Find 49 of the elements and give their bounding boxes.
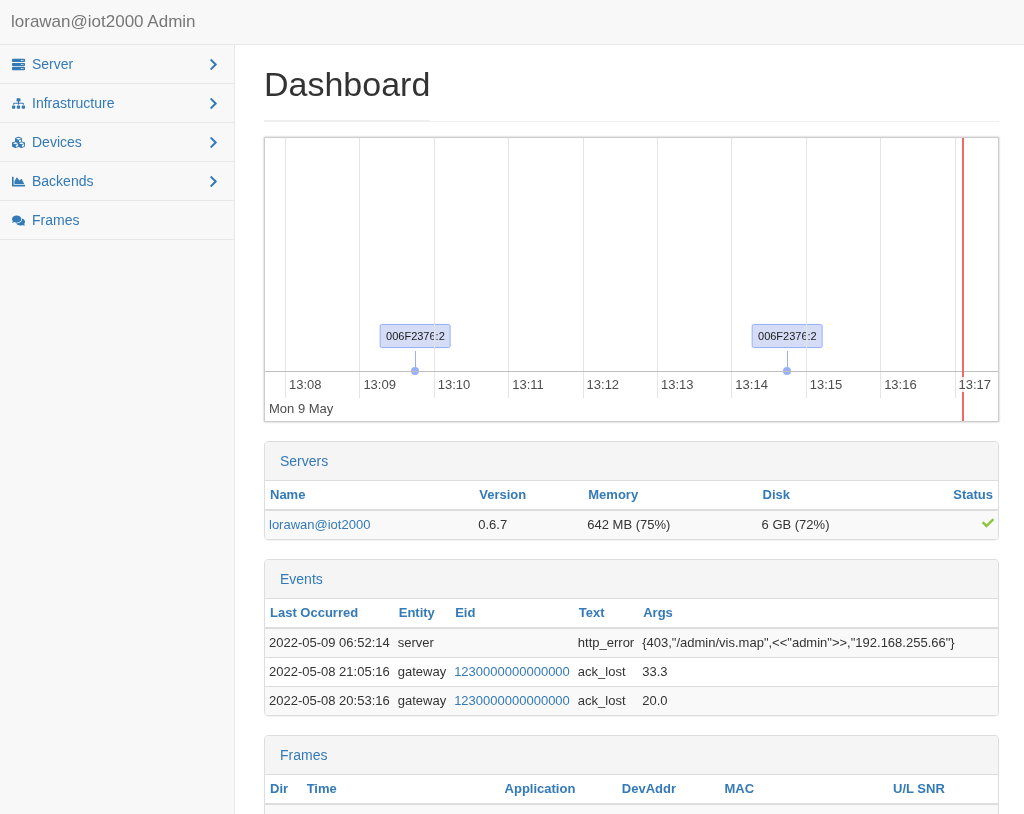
eid-link[interactable]: 1230000000000000 bbox=[454, 693, 570, 708]
table-cell: server bbox=[393, 628, 451, 658]
server-link[interactable]: lorawan@iot2000 bbox=[269, 517, 371, 532]
sidebar-item[interactable]: Server bbox=[0, 45, 234, 84]
timeline-dot bbox=[411, 367, 420, 375]
timeline[interactable]: 13:08 13:09 006F2376:2 13:10 13:11 13:12 13:13 13:14 006F2376:2 13:15 13:16 13:17 Mon 9 May bbox=[264, 137, 999, 422]
timeline-item[interactable]: 006F2376:2 bbox=[380, 324, 451, 348]
sidebar-item[interactable]: Frames bbox=[0, 201, 234, 240]
sidebar-label: Devices bbox=[32, 134, 83, 150]
time-tick-label: 13:15 bbox=[809, 377, 843, 392]
table-cell: 642 MB (75%) bbox=[583, 510, 758, 539]
table-cell: 20.0 bbox=[638, 686, 998, 715]
time-tick-label: 13:12 bbox=[586, 377, 620, 392]
table-cell: 2022-05-08 20:53:16 bbox=[265, 686, 394, 715]
table-cell: http_error bbox=[573, 628, 639, 658]
time-tick-label: 13:13 bbox=[660, 377, 694, 392]
time-tick-label: 13:14 bbox=[735, 377, 768, 392]
table-cell: 0.6.7 bbox=[474, 510, 584, 539]
table-cell: gateway bbox=[393, 657, 451, 687]
table-cell: gateway bbox=[393, 686, 451, 715]
table-cell: 33.3 bbox=[638, 657, 998, 687]
panel-title: Servers bbox=[280, 453, 329, 469]
time-tick-label: 13:17 bbox=[958, 377, 992, 392]
page-title: Dashboard bbox=[264, 65, 431, 121]
sidebar-label: Frames bbox=[32, 212, 81, 228]
timeline-dot bbox=[783, 367, 792, 375]
panel-title: Events bbox=[280, 571, 323, 587]
table-cell: ack_lost bbox=[573, 657, 639, 687]
time-tick-label: 13:11 bbox=[512, 377, 544, 392]
time-tick-label: 13:08 bbox=[289, 377, 322, 392]
sidebar-item[interactable]: Infrastructure bbox=[0, 84, 234, 123]
sidebar-label: Infrastructure bbox=[32, 95, 116, 111]
sidebar-label: Backends bbox=[32, 173, 95, 189]
table-cell: {403,"/admin/vis.map",<<"admin">>,"192.168.255.66"} bbox=[638, 628, 998, 658]
time-tick-label: 13:16 bbox=[884, 377, 917, 392]
table-cell: 6 GB (72%) bbox=[757, 510, 903, 539]
time-tick-label: 13:09 bbox=[363, 377, 396, 392]
timeline-item[interactable]: 006F2376:2 bbox=[752, 324, 823, 348]
sidebar-item[interactable]: Devices bbox=[0, 123, 234, 162]
table-cell: ack_lost bbox=[573, 686, 639, 715]
date-label: Mon 9 May bbox=[269, 401, 334, 416]
panel-title: Frames bbox=[280, 747, 328, 763]
sidebar-label: Server bbox=[32, 56, 75, 72]
app-title: lorawan@iot2000 Admin bbox=[11, 12, 196, 32]
table-cell: 2022-05-08 21:05:16 bbox=[265, 657, 394, 687]
eid-link[interactable]: 1230000000000000 bbox=[454, 664, 570, 679]
time-tick-label: 13:10 bbox=[437, 377, 471, 392]
table-cell: 2022-05-09 06:52:14 bbox=[265, 628, 394, 658]
sidebar-item[interactable]: Backends bbox=[0, 162, 234, 201]
